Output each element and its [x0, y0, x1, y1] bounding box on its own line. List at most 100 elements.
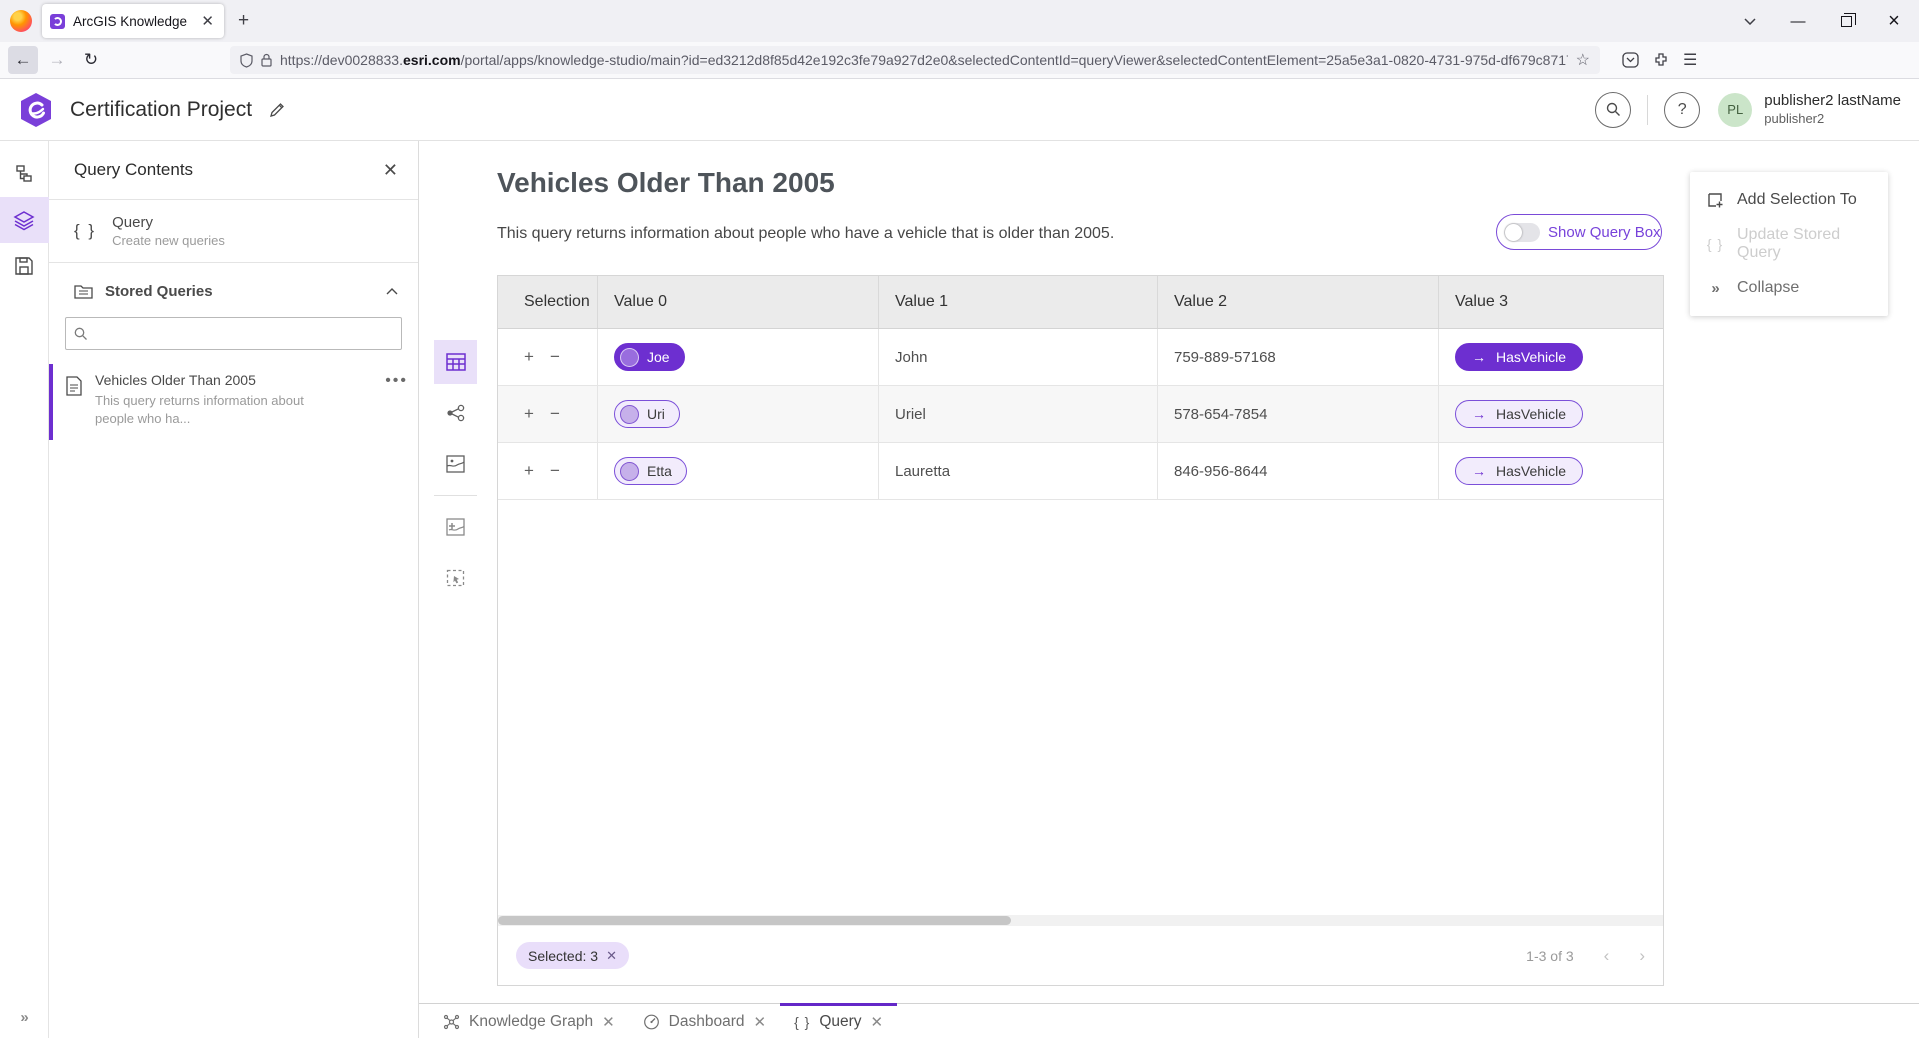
add-to-selection-button[interactable]: +	[524, 347, 534, 367]
panel-title: Query Contents	[74, 160, 193, 180]
close-panel-icon[interactable]: ✕	[383, 160, 398, 181]
query-title: Vehicles Older Than 2005	[497, 167, 835, 199]
toggle-switch[interactable]	[1504, 223, 1540, 242]
braces-icon: { }	[74, 221, 96, 241]
rail-item-data-model[interactable]	[0, 151, 49, 197]
menu-item-collapse[interactable]: » Collapse	[1690, 266, 1888, 310]
horizontal-scrollbar[interactable]	[498, 915, 1663, 926]
menu-item-update-stored-query: { } Update Stored Query	[1690, 222, 1888, 266]
selection-cell: + −	[498, 329, 598, 385]
show-query-box-toggle[interactable]: Show Query Box	[1496, 214, 1662, 250]
new-tab-button[interactable]: +	[238, 10, 249, 32]
back-button[interactable]: ←	[8, 46, 38, 74]
list-tabs-icon[interactable]	[1729, 5, 1771, 37]
value2-cell: 759-889-57168	[1158, 329, 1439, 385]
expand-rail-icon[interactable]: »	[20, 1009, 27, 1026]
entity-pill[interactable]: Joe	[614, 343, 685, 371]
help-button[interactable]: ?	[1664, 92, 1700, 128]
tab-close-icon[interactable]: ✕	[754, 1013, 767, 1031]
entity-avatar-icon	[620, 405, 639, 424]
menu-icon[interactable]: ☰	[1683, 50, 1697, 70]
stored-query-item[interactable]: Vehicles Older Than 2005 This query retu…	[49, 364, 418, 440]
lock-icon[interactable]	[261, 53, 272, 67]
reload-button[interactable]: ↻	[76, 46, 106, 74]
value2-cell: 846-956-8644	[1158, 443, 1439, 499]
firefox-icon[interactable]	[10, 10, 32, 32]
new-query-item[interactable]: { } Query Create new queries	[49, 200, 418, 263]
search-input[interactable]	[94, 326, 393, 342]
layers-icon	[13, 209, 35, 231]
table-row: + − Etta Lauretta 846-956-8644 → HasVehi…	[498, 443, 1663, 500]
stored-query-description: This query returns information about peo…	[95, 392, 325, 427]
link-chart-icon	[446, 404, 466, 422]
rail-item-contents[interactable]	[0, 197, 49, 243]
selection-tool-button[interactable]	[434, 556, 477, 600]
remove-from-selection-button[interactable]: −	[550, 404, 560, 424]
forward-button[interactable]: →	[42, 46, 72, 74]
stored-queries-search[interactable]	[65, 317, 402, 350]
collapse-icon: »	[1706, 280, 1724, 297]
menu-item-add-selection-to[interactable]: Add Selection To	[1690, 178, 1888, 222]
selection-box-icon	[446, 569, 465, 587]
avatar[interactable]: PL	[1718, 93, 1752, 127]
chevron-up-icon[interactable]	[386, 288, 398, 295]
left-icon-rail: »	[0, 141, 49, 1038]
browser-tab[interactable]: ArcGIS Knowledge Studio ✕	[42, 4, 224, 38]
query-item-title: Query	[112, 214, 225, 231]
query-description: This query returns information about peo…	[497, 225, 1114, 243]
stored-queries-header[interactable]: Stored Queries	[49, 267, 418, 315]
toggle-label: Show Query Box	[1548, 224, 1661, 241]
tab-close-icon[interactable]: ✕	[871, 1013, 884, 1031]
next-page-icon[interactable]: ›	[1639, 946, 1645, 966]
map-view-button[interactable]	[434, 442, 477, 486]
clear-selection-icon[interactable]: ✕	[606, 948, 617, 964]
user-info[interactable]: publisher2 lastName publisher2	[1764, 92, 1901, 127]
add-to-selection-button[interactable]: +	[524, 404, 534, 424]
relationship-pill[interactable]: → HasVehicle	[1455, 400, 1583, 428]
remove-from-selection-button[interactable]: −	[550, 347, 560, 367]
entity-cell: Uri	[598, 386, 879, 442]
relationship-label: HasVehicle	[1496, 406, 1566, 422]
add-to-map-button[interactable]	[434, 505, 477, 549]
tracking-shield-icon[interactable]	[240, 53, 253, 68]
previous-page-icon[interactable]: ‹	[1604, 946, 1610, 966]
bottom-tab-dashboard[interactable]: Dashboard ✕	[629, 1003, 780, 1038]
knowledge-studio-logo	[18, 92, 54, 128]
remove-from-selection-button[interactable]: −	[550, 461, 560, 481]
entity-pill[interactable]: Uri	[614, 400, 680, 428]
value3-cell: → HasVehicle	[1439, 329, 1663, 385]
tab-close-icon[interactable]: ✕	[602, 1013, 615, 1031]
search-button[interactable]	[1595, 92, 1631, 128]
stored-query-title: Vehicles Older Than 2005	[95, 372, 325, 388]
bookmark-star-icon[interactable]: ☆	[1576, 50, 1590, 70]
relationship-pill[interactable]: → HasVehicle	[1455, 343, 1583, 371]
close-window-button[interactable]: ×	[1873, 5, 1915, 37]
entity-avatar-icon	[620, 348, 639, 367]
column-header: Value 1	[879, 276, 1158, 328]
extensions-icon[interactable]	[1653, 52, 1669, 68]
entity-pill[interactable]: Etta	[614, 457, 687, 485]
selected-count-chip[interactable]: Selected: 3 ✕	[516, 942, 629, 969]
table-row: + − Joe John 759-889-57168 → HasVehicle	[498, 329, 1663, 386]
pocket-icon[interactable]	[1622, 52, 1639, 68]
minimize-button[interactable]: —	[1777, 5, 1819, 37]
relationship-pill[interactable]: → HasVehicle	[1455, 457, 1583, 485]
edit-pencil-icon[interactable]	[268, 101, 286, 119]
dashboard-icon	[643, 1014, 660, 1030]
bottom-tab-knowledge-graph[interactable]: Knowledge Graph ✕	[429, 1003, 629, 1038]
entity-label: Joe	[647, 349, 670, 365]
toolbar-divider	[434, 495, 477, 496]
column-header: Value 3	[1439, 276, 1663, 328]
restore-button[interactable]	[1825, 5, 1867, 37]
url-bar[interactable]: https://dev0028833.esri.com/portal/apps/…	[230, 46, 1600, 74]
tab-close-icon[interactable]: ✕	[199, 12, 216, 30]
add-to-selection-button[interactable]: +	[524, 461, 534, 481]
link-chart-view-button[interactable]	[434, 391, 477, 435]
bottom-tab-bar: Knowledge Graph ✕ Dashboard ✕ { } Query …	[419, 1003, 1919, 1038]
scrollbar-thumb[interactable]	[498, 916, 1011, 925]
rail-item-save[interactable]	[0, 243, 49, 289]
user-name: publisher2 lastName	[1764, 92, 1901, 111]
bottom-tab-query[interactable]: { } Query ✕	[780, 1003, 897, 1038]
table-view-button[interactable]	[434, 340, 477, 384]
more-options-icon[interactable]: •••	[385, 372, 408, 432]
